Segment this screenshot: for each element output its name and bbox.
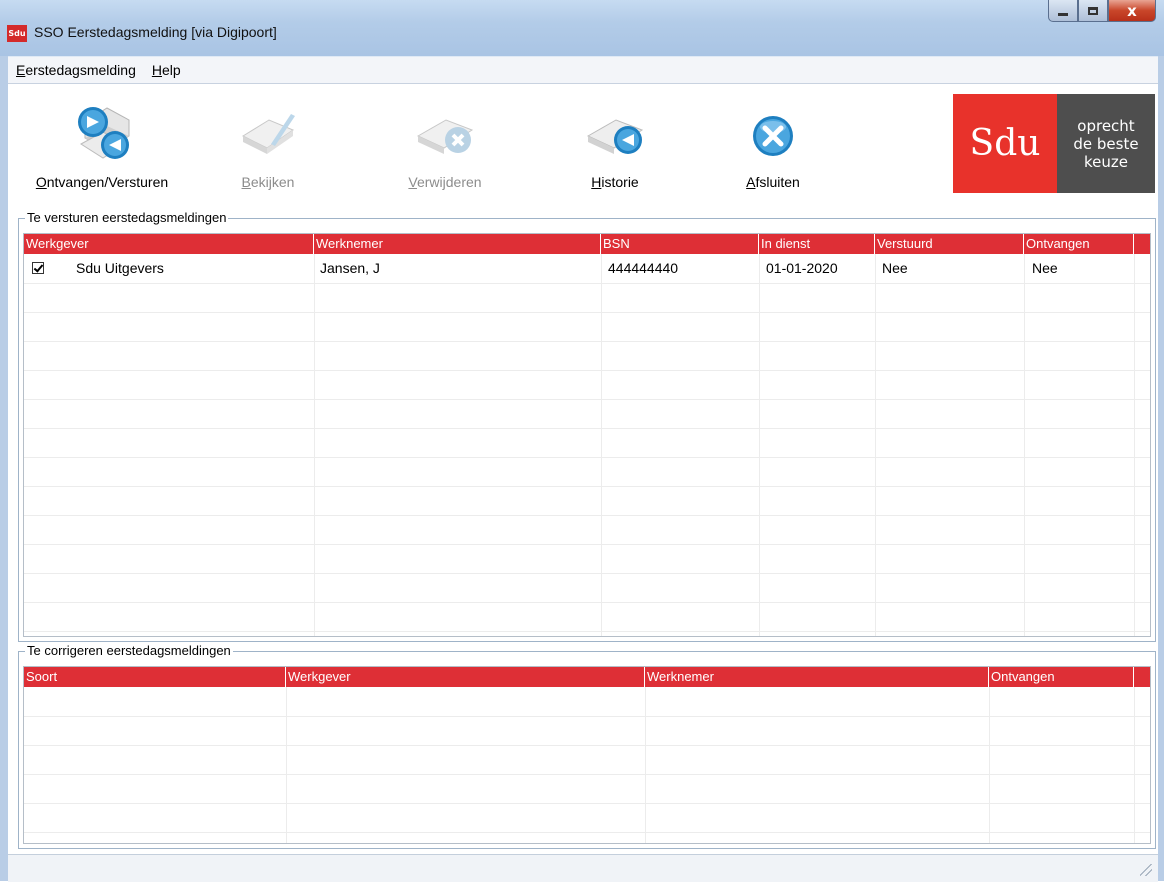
column-header-werkgever[interactable]: Werkgever (24, 234, 314, 254)
toolbar: Ontvangen/Versturen Bekijken Verwijderen (8, 84, 1158, 206)
cell-bsn: 444444440 (608, 260, 679, 276)
table-row (24, 341, 1150, 371)
historie-label: Historie (560, 174, 670, 190)
bekijken-label: Bekijken (208, 174, 328, 190)
cell-werknemer: Jansen, J (320, 260, 380, 276)
column-header-ontvangen[interactable]: Ontvangen (989, 667, 1134, 687)
title-bar[interactable]: Sdu SSO Eerstedagsmelding [via Digipoort… (0, 0, 1164, 56)
table-row (24, 312, 1150, 342)
close-icon: x (1127, 1, 1137, 20)
table-row (24, 803, 1150, 833)
bekijken-button[interactable]: Bekijken (208, 84, 328, 200)
accelerator: H (591, 174, 602, 190)
table-row (24, 602, 1150, 632)
delete-icon (416, 119, 474, 154)
menu-bar: Eerstedagsmelding Help (8, 57, 1158, 84)
column-header-werkgever[interactable]: Werkgever (286, 667, 645, 687)
table-row (24, 486, 1150, 516)
verwijderen-button[interactable]: Verwijderen (380, 84, 510, 200)
history-icon (586, 119, 644, 154)
table-row (24, 687, 1150, 717)
label-text: ekijken (250, 174, 295, 190)
label-text: erwijderen (416, 174, 482, 190)
application-window: Sdu SSO Eerstedagsmelding [via Digipoort… (0, 0, 1164, 882)
column-header-in-dienst[interactable]: In dienst (759, 234, 875, 254)
correct-group-title: Te corrigeren eerstedagsmeldingen (25, 643, 233, 658)
table-row (24, 745, 1150, 775)
minimize-icon (1058, 13, 1068, 16)
tagline-line-3: keuze (1083, 152, 1128, 171)
tagline-line-1: oprecht (1077, 116, 1135, 135)
menu-accelerator: H (151, 62, 162, 78)
cell-verstuurd: Nee (882, 260, 908, 276)
menu-eerstedagsmelding[interactable]: Eerstedagsmelding (8, 62, 144, 78)
window-title: SSO Eerstedagsmelding [via Digipoort] (34, 24, 277, 40)
content-area: Te versturen eerstedagsmeldingen Werkgev… (8, 206, 1158, 854)
table-row (24, 457, 1150, 487)
column-header-verstuurd[interactable]: Verstuurd (875, 234, 1024, 254)
status-bar (8, 854, 1158, 882)
cell-werkgever: Sdu Uitgevers (76, 260, 164, 276)
maximize-icon (1088, 6, 1098, 15)
maximize-button[interactable] (1078, 0, 1108, 22)
sdu-logo: Sdu oprecht de beste keuze (953, 94, 1155, 193)
correct-grid[interactable]: Soort Werkgever Werknemer Ontvangen (23, 666, 1151, 844)
historie-button[interactable]: Historie (560, 84, 670, 200)
afsluiten-button[interactable]: Afsluiten (723, 84, 823, 200)
table-row (24, 399, 1150, 429)
cell-in-dienst: 01-01-2020 (766, 260, 838, 276)
table-row (24, 573, 1150, 603)
table-row (24, 283, 1150, 313)
table-row (24, 370, 1150, 400)
afsluiten-label: Afsluiten (723, 174, 823, 190)
label-text: ntvangen/Versturen (46, 174, 169, 190)
accelerator: O (35, 174, 47, 190)
column-header-werknemer[interactable]: Werknemer (314, 234, 601, 254)
column-header-soort[interactable]: Soort (24, 667, 286, 687)
window-controls: x (1048, 0, 1156, 28)
sdu-logo-brand: Sdu (953, 94, 1057, 193)
column-header-werknemer[interactable]: Werknemer (645, 667, 989, 687)
send-groupbox: Te versturen eerstedagsmeldingen Werkgev… (18, 210, 1156, 642)
ontvangen-versturen-button[interactable]: Ontvangen/Versturen (22, 84, 182, 200)
label-text: istorie (601, 174, 639, 190)
send-grid[interactable]: Werkgever Werknemer BSN In dienst Verstu… (23, 233, 1151, 637)
accelerator: V (408, 174, 417, 190)
close-window-button[interactable]: x (1108, 0, 1156, 22)
column-header-ontvangen[interactable]: Ontvangen (1024, 234, 1134, 254)
window-border-left (0, 56, 8, 881)
resize-grip-icon[interactable] (1140, 864, 1152, 876)
row-select-checkbox[interactable] (32, 262, 44, 274)
table-row (24, 515, 1150, 545)
send-receive-icon (78, 107, 130, 159)
tagline-line-2: de beste (1073, 134, 1139, 153)
table-row (24, 544, 1150, 574)
accelerator: B (241, 174, 251, 190)
label-text: fsluiten (755, 174, 800, 190)
close-app-icon (753, 116, 793, 156)
window-border-right (1158, 56, 1164, 881)
app-icon[interactable]: Sdu (7, 25, 27, 42)
menu-label: elp (161, 62, 181, 78)
send-grid-header: Werkgever Werknemer BSN In dienst Verstu… (24, 234, 1150, 254)
menu-label: erstedagsmelding (25, 62, 136, 78)
correct-groupbox: Te corrigeren eerstedagsmeldingen Soort … (18, 643, 1156, 849)
menu-help[interactable]: Help (144, 62, 189, 78)
table-row (24, 716, 1150, 746)
table-row (24, 428, 1150, 458)
view-icon (241, 114, 295, 154)
table-row[interactable]: Sdu Uitgevers Jansen, J 444444440 01-01-… (24, 254, 1150, 284)
table-row (24, 774, 1150, 804)
column-header-bsn[interactable]: BSN (601, 234, 759, 254)
menu-accelerator: E (16, 62, 26, 78)
cell-ontvangen: Nee (1032, 260, 1058, 276)
sdu-logo-tagline: oprecht de beste keuze (1057, 94, 1155, 193)
correct-grid-header: Soort Werkgever Werknemer Ontvangen (24, 667, 1150, 687)
send-group-title: Te versturen eerstedagsmeldingen (25, 210, 229, 225)
minimize-button[interactable] (1048, 0, 1078, 22)
ontvangen-versturen-label: Ontvangen/Versturen (22, 174, 182, 190)
verwijderen-label: Verwijderen (380, 174, 510, 190)
